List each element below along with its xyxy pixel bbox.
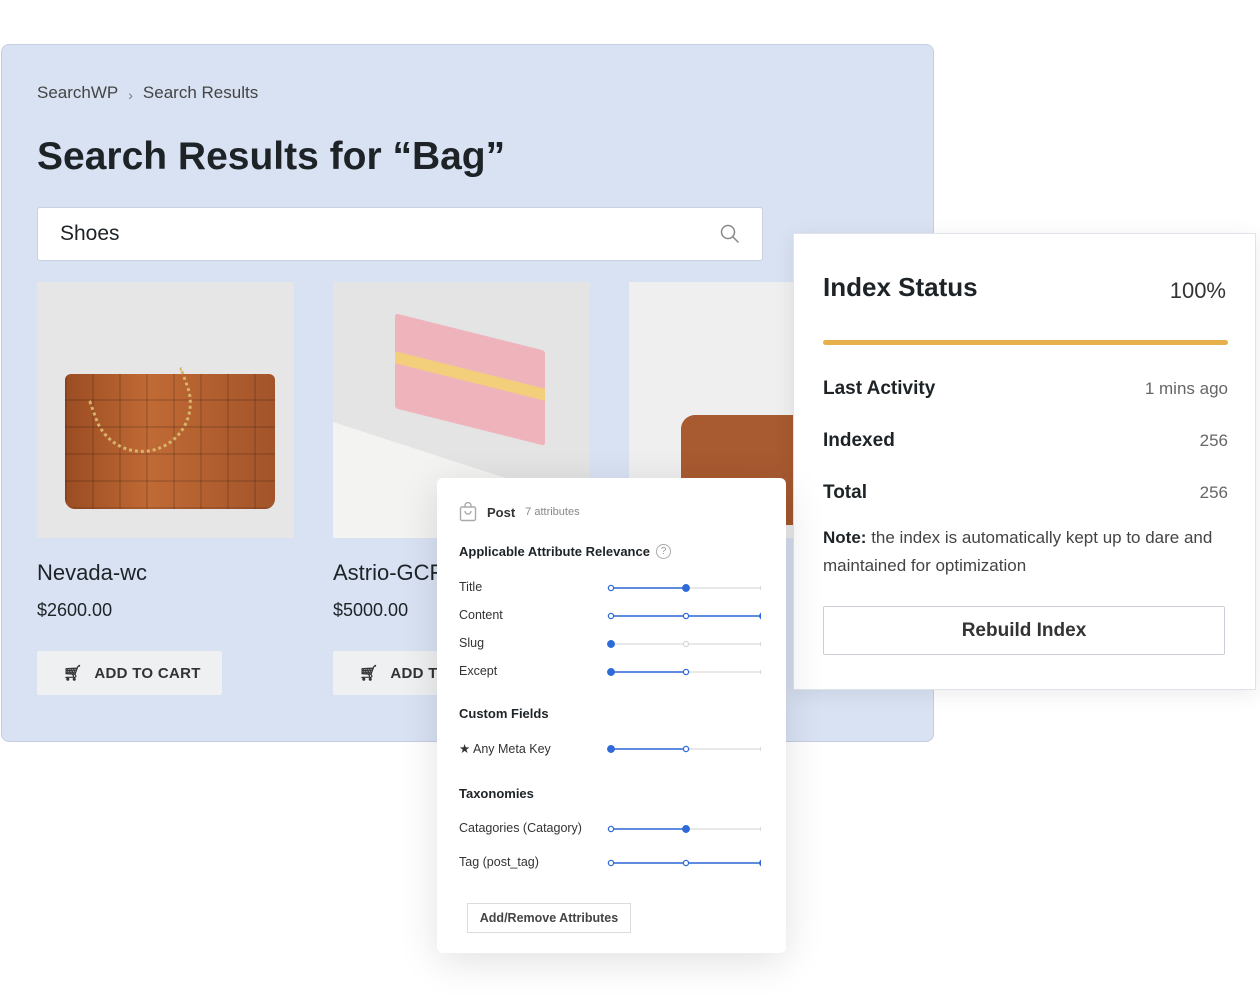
custom-fields-heading: Custom Fields [459, 706, 549, 721]
slider-stop[interactable] [607, 584, 615, 592]
attribute-label: ★ Any Meta Key [459, 742, 551, 756]
relevance-slider[interactable] [607, 667, 761, 677]
slider-stop[interactable] [759, 641, 761, 647]
taxonomies-heading: Taxonomies [459, 786, 534, 801]
index-status-card: Index Status 100% Last Activity 1 mins ag… [793, 233, 1256, 690]
attribute-count: 7 attributes [525, 506, 580, 518]
product-name[interactable]: Nevada-wc [37, 560, 294, 586]
attribute-label: Catagories (Catagory) [459, 821, 582, 835]
cart-icon: 🛒︎ [359, 665, 379, 682]
note-text: the index is automatically kept up to da… [823, 528, 1213, 575]
slider-handle[interactable] [759, 612, 761, 620]
last-activity-value: 1 mins ago [1144, 379, 1228, 398]
last-activity-row: Last Activity 1 mins ago [823, 378, 1228, 400]
breadcrumb-root[interactable]: SearchWP [37, 83, 118, 103]
slider-stop[interactable] [682, 612, 690, 620]
slider-stop[interactable] [607, 612, 615, 620]
last-activity-label: Last Activity [823, 378, 936, 399]
indexed-label: Indexed [823, 430, 895, 451]
total-label: Total [823, 482, 867, 503]
relevance-slider[interactable] [607, 744, 761, 754]
index-note: Note: the index is automatically kept up… [823, 524, 1228, 580]
slider-handle[interactable] [682, 584, 690, 592]
attribute-relevance-card: Post 7 attributes Applicable Attribute R… [437, 478, 786, 953]
add-remove-attributes-button[interactable]: Add/Remove Attributes [467, 903, 631, 933]
slider-stop[interactable] [759, 746, 761, 752]
slider-handle[interactable] [607, 668, 615, 676]
slider-stop[interactable] [759, 826, 761, 832]
index-status-title: Index Status [823, 272, 978, 302]
slider-handle[interactable] [759, 859, 761, 867]
slider-stop[interactable] [607, 859, 615, 867]
product-image[interactable] [37, 282, 294, 538]
slider-stop[interactable] [682, 668, 690, 676]
total-row: Total 256 [823, 482, 1228, 504]
relevance-slider[interactable] [607, 858, 761, 868]
slider-stop[interactable] [682, 745, 690, 753]
slider-stop[interactable] [682, 859, 690, 867]
breadcrumb: SearchWP › Search Results [37, 83, 258, 103]
slider-stop[interactable] [759, 585, 761, 591]
attribute-label: Content [459, 608, 503, 622]
product-price: $2600.00 [37, 600, 113, 620]
slider-handle[interactable] [682, 825, 690, 833]
chevron-right-icon: › [128, 87, 133, 103]
attribute-label: Tag (post_tag) [459, 855, 539, 869]
indexed-row: Indexed 256 [823, 430, 1228, 452]
cart-icon: 🛒︎ [63, 665, 83, 682]
index-percent: 100% [1169, 278, 1226, 303]
indexed-value: 256 [1199, 431, 1228, 450]
search-icon[interactable] [720, 224, 740, 244]
relevance-slider[interactable] [607, 611, 761, 621]
relevance-slider[interactable] [607, 639, 761, 649]
note-label: Note: [823, 528, 867, 547]
attribute-label: Title [459, 580, 483, 594]
slider-handle[interactable] [607, 745, 615, 753]
slider-stop[interactable] [607, 825, 615, 833]
relevance-heading-text: Applicable Attribute Relevance [459, 544, 650, 559]
page-title: Search Results for “Bag” [37, 135, 506, 178]
relevance-slider[interactable] [607, 824, 761, 834]
help-icon[interactable]: ? [655, 544, 671, 559]
add-to-cart-button[interactable]: 🛒︎ ADD TO CART [37, 651, 222, 695]
slider-handle[interactable] [607, 640, 615, 648]
shopping-bag-icon [459, 502, 477, 522]
add-to-cart-label: ADD TO CART [94, 664, 201, 682]
total-value: 256 [1199, 483, 1228, 502]
post-label: Post [487, 504, 516, 520]
index-progress-bar [823, 340, 1228, 345]
slider-stop[interactable] [759, 669, 761, 675]
breadcrumb-current: Search Results [142, 83, 259, 102]
attribute-label: Slug [459, 636, 485, 650]
post-header: Post 7 attributes [459, 502, 580, 522]
search-value: Shoes [60, 222, 120, 245]
slider-stop[interactable] [682, 640, 690, 648]
index-progress-fill [823, 340, 1228, 345]
relevance-heading: Applicable Attribute Relevance? [459, 544, 671, 559]
search-input[interactable]: Shoes [37, 207, 763, 261]
rebuild-index-button[interactable]: Rebuild Index [823, 606, 1225, 655]
attribute-label: Except [459, 664, 498, 678]
relevance-slider[interactable] [607, 583, 761, 593]
product-card: Nevada-wc $2600.00 🛒︎ ADD TO CART [37, 282, 294, 695]
